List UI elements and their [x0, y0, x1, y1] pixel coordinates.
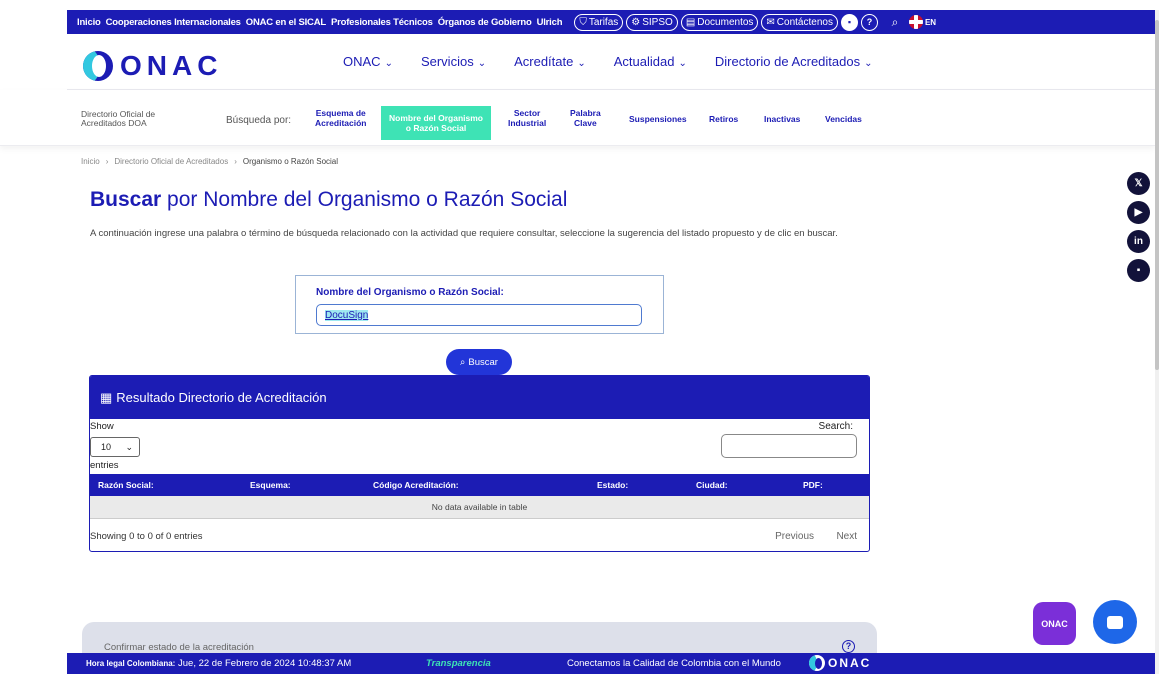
tarifas-button[interactable]: ⛉ Tarifas — [574, 13, 624, 31]
entries-select[interactable]: 10 ⌄ — [90, 437, 140, 457]
col-estado[interactable]: Estado: — [597, 480, 628, 490]
transparencia-link[interactable]: Transparencia — [426, 658, 491, 669]
top-link-organos[interactable]: Órganos de Gobierno — [438, 17, 532, 28]
subnav-sector[interactable]: Sector Industrial — [508, 108, 546, 128]
linkedin-icon[interactable]: in — [1127, 230, 1150, 253]
sipso-button[interactable]: ⚙ SIPSO — [626, 13, 678, 31]
top-bar: Inicio Cooperaciones Internacionales ONA… — [67, 10, 1155, 34]
footer-logo: ONAC — [809, 655, 871, 671]
scroll-thumb[interactable] — [1155, 20, 1159, 370]
table-icon: ▦ — [100, 389, 113, 405]
top-link-sical[interactable]: ONAC en el SICAL — [246, 17, 326, 28]
col-esquema[interactable]: Esquema: — [250, 480, 291, 490]
breadcrumb: Inicio › Directorio Oficial de Acreditad… — [81, 157, 338, 166]
buscar-button[interactable]: ⌕ Buscar — [446, 349, 512, 375]
chevron-down-icon: ⌄ — [477, 58, 487, 69]
sub-nav: Directorio Oficial de Acreditados DOA Bú… — [0, 90, 1155, 146]
search-icon: ⌕ — [460, 356, 466, 368]
subnav-vencidas[interactable]: Vencidas — [825, 114, 862, 124]
chevron-right-icon: › — [105, 157, 109, 166]
top-link-cooperaciones[interactable]: Cooperaciones Internacionales — [106, 17, 241, 28]
help-icon[interactable]: ? — [842, 640, 855, 653]
chevron-down-icon: ⌄ — [678, 58, 687, 69]
chevron-down-icon: ⌄ — [577, 58, 586, 69]
chevron-right-icon: › — [234, 157, 237, 166]
youtube-icon[interactable]: ▶ — [1127, 201, 1150, 224]
main-nav: ONAC ONAC ⌄ Servicios ⌄ Acredítate ⌄ Actual… — [67, 34, 1155, 90]
entries-label: entries — [90, 460, 119, 471]
search-input[interactable]: DocuSign — [316, 304, 642, 326]
col-ciudad[interactable]: Ciudad: — [696, 480, 728, 490]
subnav-esquema[interactable]: Esquema de Acreditación — [315, 108, 367, 128]
results-header: ▦ Resultado Directorio de Acreditación — [90, 376, 869, 419]
status-card-text: Confirmar estado de la acreditación — [104, 642, 254, 653]
search-icon[interactable]: ⌕ — [887, 14, 903, 30]
footer-bar: Hora legal Colombiana: Jue, 22 de Febrer… — [67, 653, 1155, 674]
tag-icon: ⛉ — [579, 16, 587, 28]
results-title: Resultado Directorio de Acreditación — [116, 390, 327, 405]
x-icon[interactable]: 𝕏 — [1127, 172, 1150, 195]
table-header: Razón Social: Esquema: Código Acreditaci… — [90, 474, 869, 496]
page-title: Buscar por Nombre del Organismo o Razón … — [90, 188, 568, 211]
breadcrumb-home[interactable]: Inicio — [81, 157, 100, 166]
col-pdf[interactable]: PDF: — [803, 480, 823, 490]
col-razon-social[interactable]: Razón Social: — [98, 480, 154, 490]
nav-servicios[interactable]: Servicios ⌄ — [421, 54, 486, 69]
busqueda-label: Búsqueda por: — [226, 115, 292, 126]
empty-row: No data available in table — [90, 496, 869, 519]
search-card: Nombre del Organismo o Razón Social: Doc… — [295, 275, 664, 334]
nav-actualidad[interactable]: Actualidad ⌄ — [614, 54, 687, 69]
language-switch[interactable]: EN — [908, 15, 936, 29]
subnav-inactivas[interactable]: Inactivas — [764, 114, 800, 124]
subnav-nombre[interactable]: Nombre del Organismo o Razón Social — [381, 106, 491, 140]
legal-time: Hora legal Colombiana: Jue, 22 de Febrer… — [86, 658, 352, 669]
subnav-palabra[interactable]: Palabra Clave — [570, 108, 601, 128]
nav-directorio[interactable]: Directorio de Acreditados ⌄ — [715, 54, 873, 69]
top-link-ulrich[interactable]: Ulrich — [537, 17, 563, 28]
onac-chat-button[interactable]: ONAC — [1033, 602, 1076, 645]
top-link-inicio[interactable]: Inicio — [77, 17, 101, 28]
uk-flag-icon — [908, 15, 923, 29]
chevron-down-icon: ⌄ — [864, 58, 873, 69]
table-search-label: Search: — [818, 421, 853, 432]
chevron-down-icon: ⌄ — [384, 58, 393, 69]
top-links: Inicio Cooperaciones Internacionales ONA… — [77, 17, 563, 28]
table-search-input[interactable] — [721, 434, 857, 458]
top-pills: ⛉ Tarifas ⚙ SIPSO ▤ Documentos ✉ Contáctenos… — [574, 13, 936, 31]
footer-tagline: Conectamos la Calidad de Colombia con el… — [567, 658, 781, 669]
chat-button[interactable] — [1093, 600, 1137, 644]
nav-acreditate[interactable]: Acredítate ⌄ — [514, 54, 586, 69]
app-icon[interactable]: ▪ — [840, 13, 858, 31]
search-label: Nombre del Organismo o Razón Social: — [316, 287, 504, 298]
col-codigo[interactable]: Código Acreditación: — [373, 480, 459, 490]
onac-logo-mark-icon — [809, 655, 825, 671]
help-icon[interactable]: ? — [860, 13, 878, 31]
nav-onac[interactable]: ONAC ⌄ — [343, 54, 393, 69]
doa-label: Directorio Oficial de Acreditados DOA — [81, 109, 156, 128]
top-link-profesionales[interactable]: Profesionales Técnicos — [331, 17, 433, 28]
document-icon: ▤ — [685, 16, 696, 28]
results-panel: ▦ Resultado Directorio de Acreditación S… — [89, 375, 870, 552]
search-input-value: DocuSign — [325, 309, 369, 321]
onac-logo-mark-icon — [83, 51, 113, 81]
next-button[interactable]: Next — [836, 531, 857, 542]
contactenos-button[interactable]: ✉ Contáctenos — [761, 13, 838, 31]
table-info: Showing 0 to 0 of 0 entries — [90, 531, 203, 542]
gear-icon: ⚙ — [631, 16, 641, 28]
chevron-down-icon: ⌄ — [125, 441, 133, 452]
previous-button[interactable]: Previous — [775, 531, 814, 542]
subnav-retiros[interactable]: Retiros — [709, 114, 738, 124]
documentos-button[interactable]: ▤ Documentos — [680, 13, 759, 31]
breadcrumb-current: Organismo o Razón Social — [242, 157, 339, 166]
breadcrumb-directory[interactable]: Directorio Oficial de Acreditados — [114, 157, 228, 166]
onac-app-icon[interactable]: ▪ — [1127, 259, 1150, 282]
page-scrollbar[interactable] — [1155, 10, 1159, 674]
intro-text: A continuación ingrese una palabra o tér… — [90, 228, 838, 239]
onac-logo[interactable]: ONAC — [83, 50, 222, 82]
show-label: Show — [90, 421, 114, 432]
subnav-suspensiones[interactable]: Suspensiones — [629, 114, 687, 124]
chat-bubble-icon — [1107, 615, 1123, 629]
mail-icon: ✉ — [766, 16, 775, 28]
nav-menu: ONAC ⌄ Servicios ⌄ Acredítate ⌄ Actualidad ⌄… — [343, 54, 873, 69]
